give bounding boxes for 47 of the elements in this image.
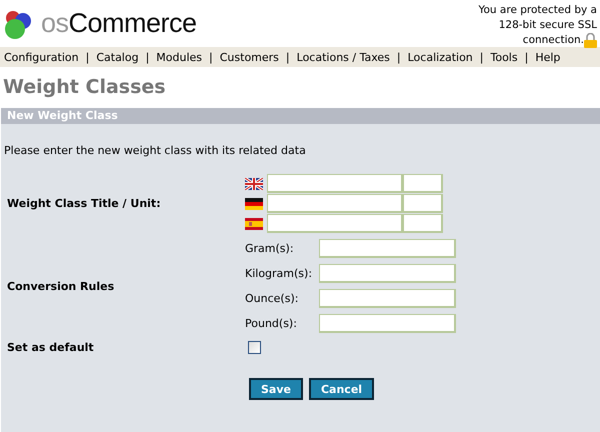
intro-text: Please enter the new weight class with its related data bbox=[4, 144, 307, 159]
british-flag-icon bbox=[245, 178, 263, 190]
nav-link[interactable]: Customers bbox=[220, 50, 279, 64]
logo-text: Commerce bbox=[68, 8, 197, 38]
ssl-notice: connection. bbox=[522, 33, 584, 48]
unit-label: Ounce(s): bbox=[245, 292, 300, 305]
field-label: Weight Class Title / Unit: bbox=[6, 197, 162, 210]
nav-link[interactable]: Modules bbox=[156, 50, 202, 64]
german-flag-icon bbox=[245, 198, 263, 210]
nav-link[interactable]: Tools bbox=[490, 50, 518, 64]
conversion-field[interactable] bbox=[319, 264, 456, 283]
conversion-field[interactable] bbox=[319, 289, 456, 308]
separator: | bbox=[209, 50, 213, 64]
cancel-button[interactable]: Cancel bbox=[308, 378, 374, 400]
ssl-notice: You are protected by a bbox=[478, 3, 597, 18]
default-checkbox[interactable] bbox=[248, 341, 261, 354]
title-field[interactable] bbox=[267, 194, 403, 213]
separator: | bbox=[524, 50, 528, 64]
page-title: Weight Classes bbox=[2, 75, 167, 99]
nav-link[interactable]: Catalog bbox=[96, 50, 139, 64]
title-field[interactable] bbox=[267, 174, 403, 193]
separator: | bbox=[286, 50, 290, 64]
nav-link[interactable]: Configuration bbox=[4, 50, 79, 64]
unit-field[interactable] bbox=[403, 214, 443, 233]
nav-link[interactable]: Help bbox=[535, 50, 560, 64]
separator: | bbox=[86, 50, 90, 64]
padlock-icon bbox=[584, 33, 597, 48]
panel-header: New Weight Class bbox=[1, 108, 600, 124]
conversion-field[interactable] bbox=[319, 239, 456, 258]
unit-label: Pound(s): bbox=[245, 317, 298, 330]
logo-text: os bbox=[41, 8, 69, 38]
separator: | bbox=[146, 50, 150, 64]
nav-link[interactable]: Locations / Taxes bbox=[296, 50, 390, 64]
separator: | bbox=[396, 50, 401, 64]
title-field[interactable] bbox=[267, 214, 403, 233]
conversion-field[interactable] bbox=[319, 314, 456, 333]
unit-label: Gram(s): bbox=[245, 242, 295, 255]
nav-link[interactable]: Localization bbox=[408, 50, 473, 64]
save-button[interactable]: Save bbox=[249, 378, 303, 400]
unit-field[interactable] bbox=[403, 194, 443, 213]
separator: | bbox=[480, 50, 484, 64]
unit-field[interactable] bbox=[403, 174, 443, 193]
field-label: Conversion Rules bbox=[6, 280, 116, 292]
field-label: Set as default bbox=[6, 341, 95, 354]
ssl-notice: 128-bit secure SSL bbox=[498, 18, 597, 33]
spanish-flag-icon bbox=[245, 218, 263, 230]
unit-label: Kilogram(s): bbox=[245, 267, 314, 280]
